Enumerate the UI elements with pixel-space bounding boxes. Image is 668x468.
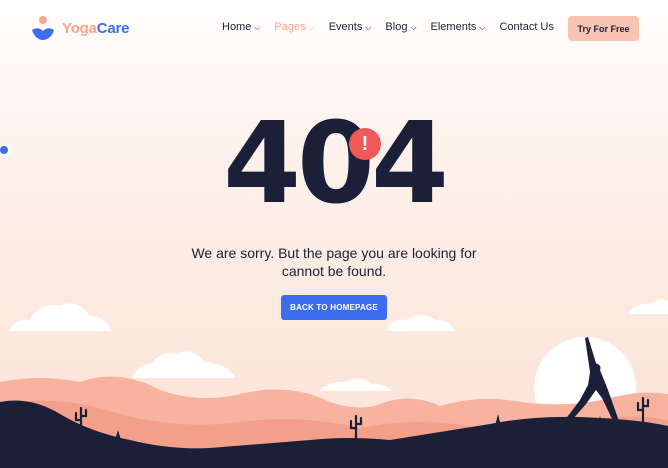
site-header: YogaCare Home ⌵ Pages ⌵ Events ⌵ Blog ⌵ Elem…: [0, 0, 668, 58]
nav-item-label: Contact Us: [499, 21, 554, 33]
logo[interactable]: YogaCare: [30, 15, 130, 41]
chevron-down-icon: ⌵: [410, 23, 417, 32]
nav-item-label: Blog: [385, 21, 408, 33]
nav-item-label: Pages: [274, 21, 306, 33]
nav-item-events[interactable]: Events ⌵: [329, 21, 372, 33]
nav-item-elements[interactable]: Elements ⌵: [431, 21, 486, 33]
nav-item-blog[interactable]: Blog ⌵: [385, 21, 416, 33]
chevron-down-icon: ⌵: [365, 23, 372, 32]
error-message: We are sorry. But the page you are looki…: [191, 245, 477, 279]
chevron-down-icon: ⌵: [254, 23, 261, 32]
yoga-logo-icon: [32, 16, 54, 40]
nav-item-home[interactable]: Home ⌵: [222, 21, 260, 33]
nav-item-label: Home: [222, 21, 252, 33]
chevron-down-icon: ⌵: [479, 23, 486, 32]
chevron-down-icon: ⌵: [308, 23, 315, 32]
brand-name-part2: Care: [96, 19, 130, 37]
alert-icon: !: [349, 128, 381, 160]
main-nav: Home ⌵ Pages ⌵ Events ⌵ Blog ⌵ Elements ⌵ Con…: [222, 21, 554, 33]
brand-name-part1: Yoga: [62, 19, 97, 37]
nav-item-label: Events: [328, 21, 363, 33]
try-for-free-button[interactable]: Try For Free: [568, 16, 639, 41]
nav-item-contact[interactable]: Contact Us: [499, 21, 553, 33]
nav-item-label: Elements: [430, 21, 477, 33]
back-to-homepage-button[interactable]: BACK TO HOMEPAGE: [281, 295, 387, 320]
brand-name: YogaCare: [62, 19, 130, 37]
error-code: 404: [223, 99, 449, 229]
nav-item-pages[interactable]: Pages ⌵: [274, 21, 314, 33]
